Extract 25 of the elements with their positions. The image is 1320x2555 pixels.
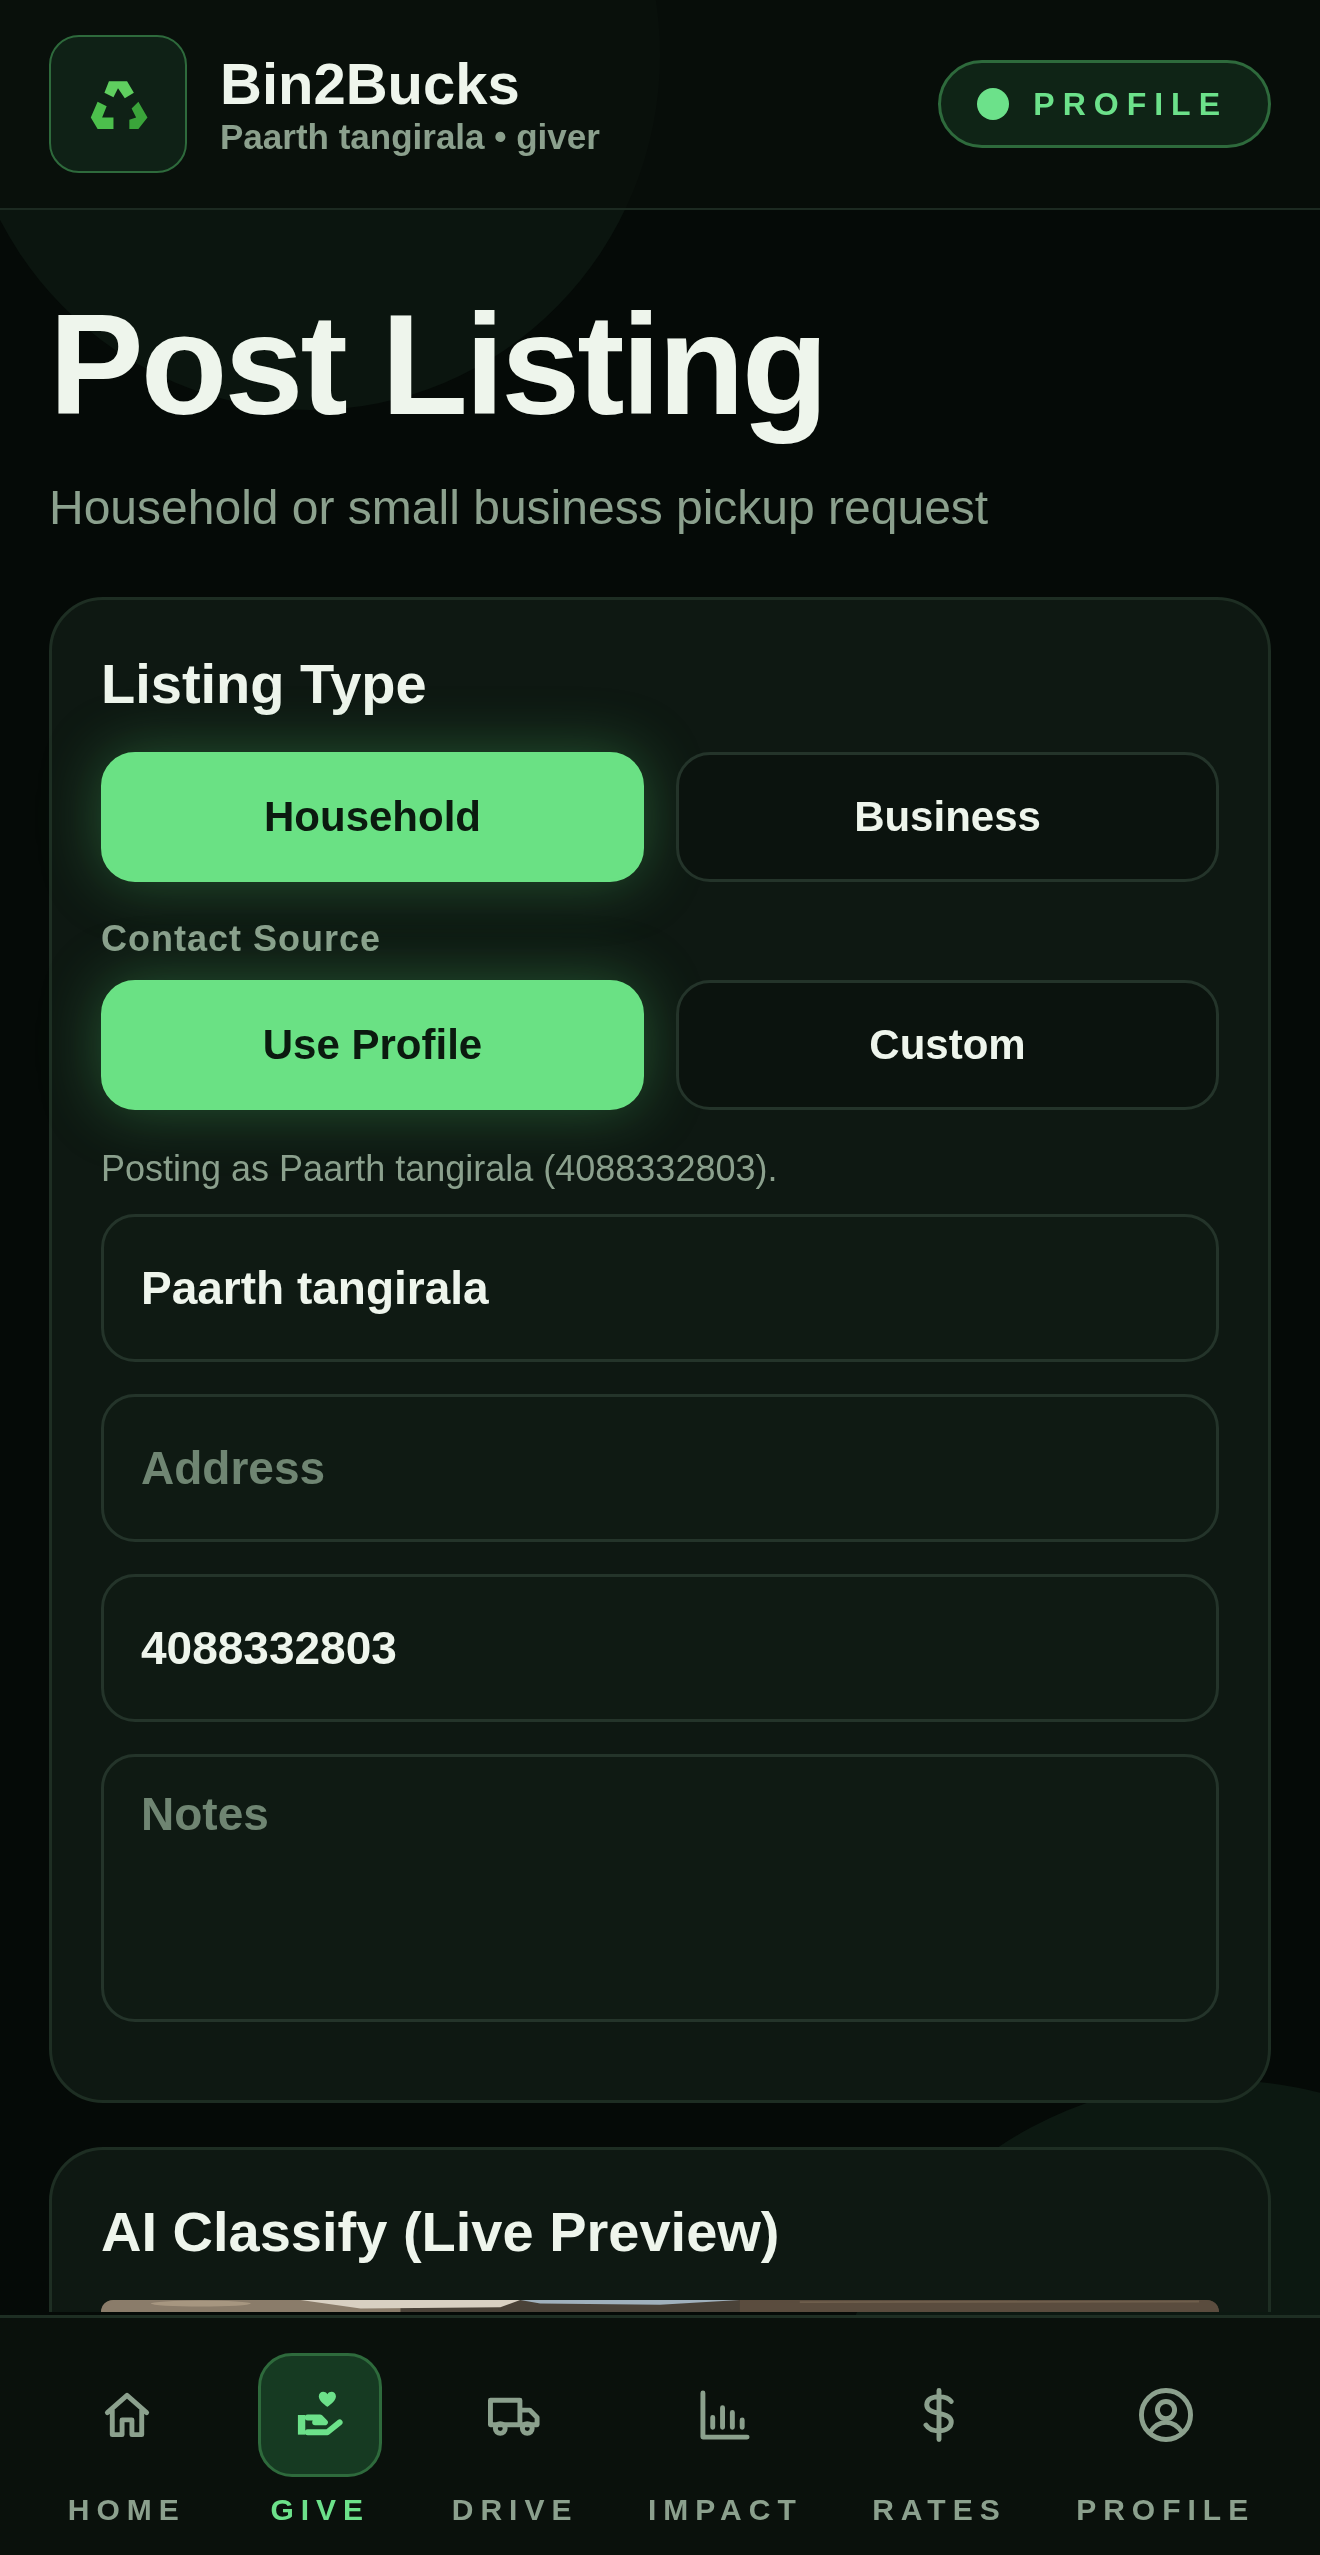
page-title: Post Listing bbox=[49, 284, 827, 446]
user-icon bbox=[1138, 2388, 1193, 2442]
profile-button[interactable]: PROFILE bbox=[938, 60, 1271, 148]
nav-tab[interactable]: HOME bbox=[58, 2352, 195, 2528]
nav-tab[interactable]: IMPACT bbox=[641, 2352, 809, 2528]
nav-tab[interactable]: DRIVE bbox=[445, 2352, 585, 2528]
nav-tab[interactable]: PROFILE bbox=[1070, 2352, 1262, 2528]
app-name: Bin2Bucks bbox=[220, 51, 521, 117]
notes-field[interactable]: Notes bbox=[101, 1754, 1219, 2022]
listing-type-option[interactable]: Household bbox=[101, 752, 644, 882]
user-role: Paarth tangirala • giver bbox=[220, 117, 601, 157]
card-title: AI Classify (Live Preview) bbox=[101, 2200, 781, 2264]
listing-type-option[interactable]: Business bbox=[676, 752, 1219, 882]
nav-tab[interactable]: GIVE bbox=[252, 2352, 389, 2528]
contact-source-option[interactable]: Custom bbox=[676, 980, 1219, 1110]
posting-note: Posting as Paarth tangirala (4088332803). bbox=[101, 1148, 779, 1190]
card-title: Listing Type bbox=[101, 652, 428, 716]
input-field[interactable]: Address bbox=[101, 1394, 1219, 1542]
section-label: Contact Source bbox=[101, 918, 383, 960]
input-field[interactable]: 4088332803 bbox=[101, 1574, 1219, 1722]
nav-tab[interactable]: RATES bbox=[866, 2352, 1013, 2528]
contact-source-option[interactable]: Use Profile bbox=[101, 980, 644, 1110]
logo-icon bbox=[49, 35, 187, 173]
page-subtitle: Household or small business pickup request bbox=[49, 480, 990, 535]
input-field[interactable]: Paarth tangirala bbox=[101, 1214, 1219, 1362]
